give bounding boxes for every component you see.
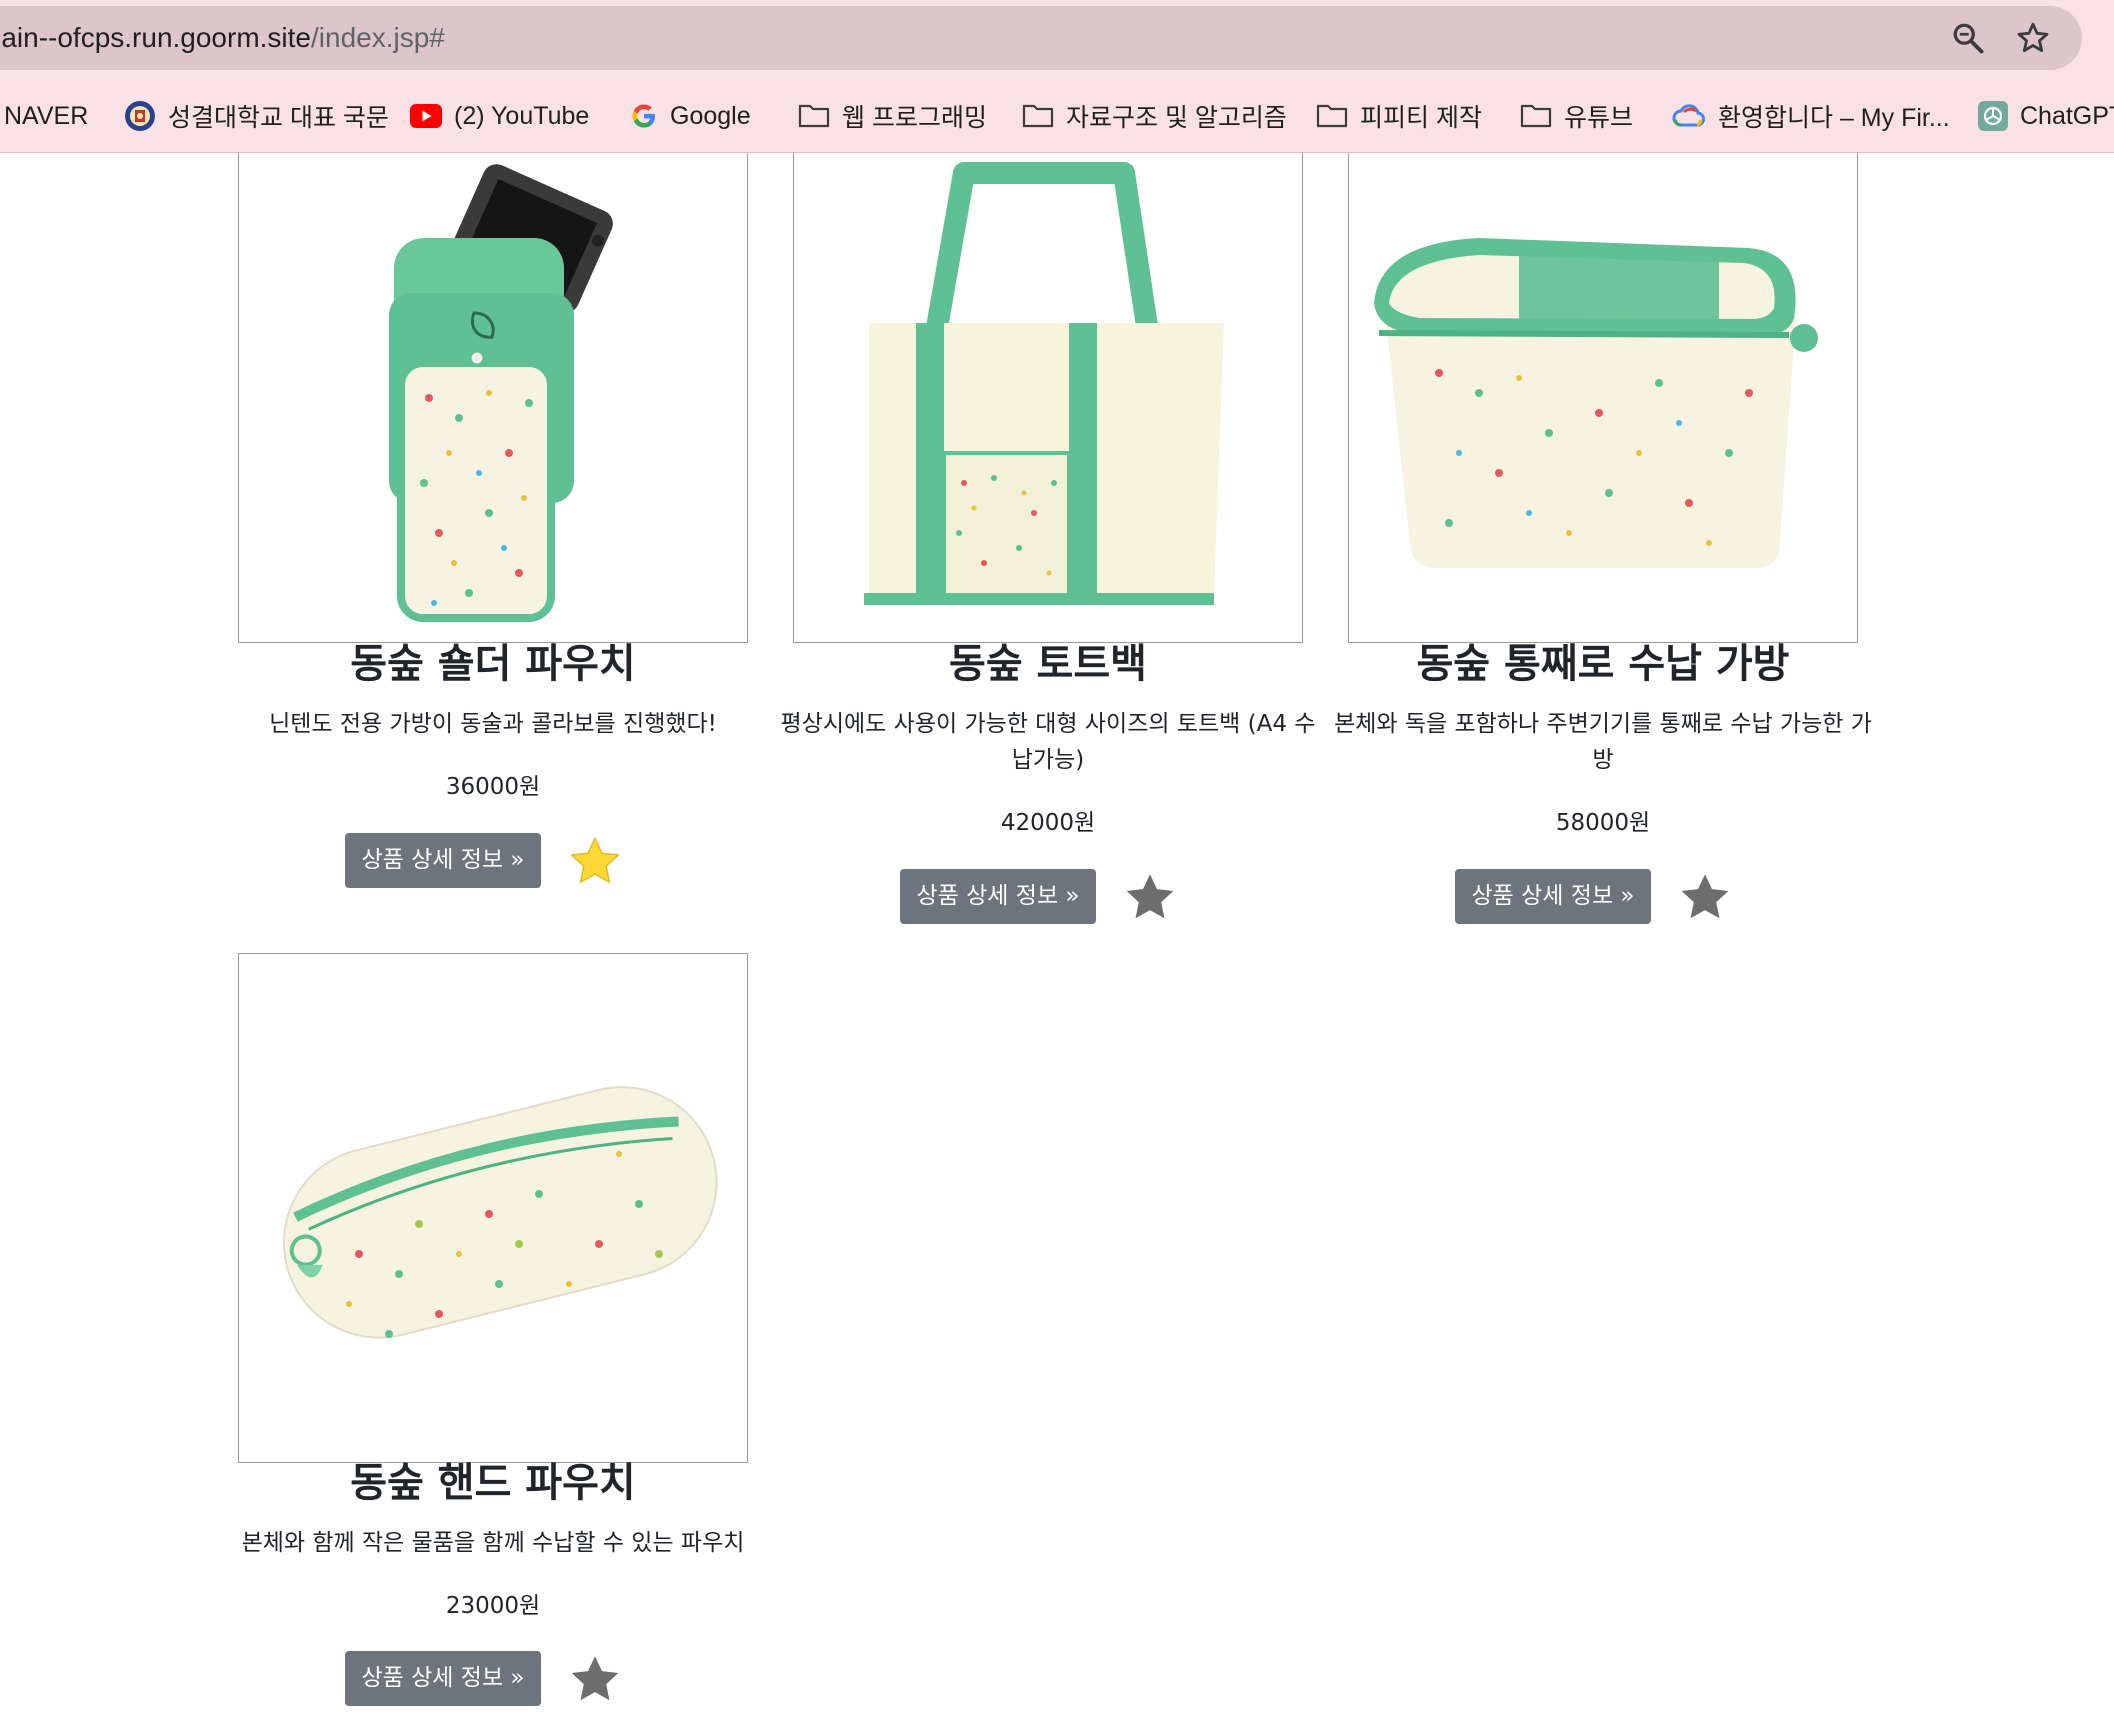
bookmark-university[interactable]: 성결대학교 대표 국문 xyxy=(124,94,389,138)
url-path: /index.jsp# xyxy=(311,22,445,53)
product-detail-button[interactable]: 상품 상세 정보 » xyxy=(345,1651,541,1706)
university-seal-icon xyxy=(125,101,155,131)
product-detail-button[interactable]: 상품 상세 정보 » xyxy=(1455,869,1651,924)
bookmark-google[interactable]: Google xyxy=(630,94,751,138)
bookmark-label: 자료구조 및 알고리즘 xyxy=(1066,104,1287,132)
bookmark-naver[interactable]: NAVER xyxy=(4,94,88,138)
product-detail-button[interactable]: 상품 상세 정보 » xyxy=(345,833,541,888)
product-description: 본체와 독을 포함하나 주변기기를 통째로 수납 가능한 가방 xyxy=(1334,711,1872,773)
product-description: 본체와 함께 작은 물품을 함께 수납할 수 있는 파우치 xyxy=(241,1530,745,1556)
bookmark-folder-ppt[interactable]: 피피티 제작 xyxy=(1316,94,1482,138)
product-title: 동숲 숄더 파우치 xyxy=(350,641,636,687)
favorite-star-icon[interactable] xyxy=(567,834,623,890)
product-title: 동숲 핸드 파우치 xyxy=(350,1460,636,1506)
bookmark-chatgpt[interactable]: ChatGPT xyxy=(1978,94,2114,138)
product-title: 동숲 토트백 xyxy=(949,641,1147,687)
bookmark-star-icon[interactable] xyxy=(2015,20,2051,56)
bookmark-label: 유튜브 xyxy=(1564,104,1634,132)
product-detail-button[interactable]: 상품 상세 정보 » xyxy=(900,869,1096,924)
zoom-icon[interactable] xyxy=(1950,20,1986,56)
bookmark-label: (2) YouTube xyxy=(454,101,590,130)
favorite-star-icon[interactable] xyxy=(1122,870,1178,926)
product-title: 동숲 통째로 수납 가방 xyxy=(1416,641,1790,687)
youtube-icon xyxy=(410,104,442,128)
favorite-star-icon[interactable] xyxy=(1677,870,1733,926)
browser-chrome: main--ofcps.run.goorm.site/index.jsp# NA… xyxy=(0,0,2114,153)
product-description: 평상시에도 사용이 가능한 대형 사이즈의 토트백 (A4 수납가능) xyxy=(780,711,1316,773)
chatgpt-icon xyxy=(1978,101,2008,131)
bookmark-label: 웹 프로그래밍 xyxy=(842,104,987,132)
google-icon xyxy=(632,104,655,128)
url-host: main--ofcps.run.goorm.site xyxy=(0,22,312,53)
storage-bag-image xyxy=(1348,153,1858,643)
folder-icon xyxy=(1022,104,1054,128)
bookmark-label: ChatGPT xyxy=(2020,101,2114,130)
bookmark-google-cloud[interactable]: 환영합니다 – My Fir... xyxy=(1672,94,1950,138)
bookmark-folder-algorithms[interactable]: 자료구조 및 알고리즘 xyxy=(1022,94,1287,138)
bookmarks-bar: NAVER 성결대학교 대표 국문 (2) YouTube Google 웹 프… xyxy=(0,94,2114,138)
product-price: 36000원 xyxy=(445,774,541,800)
address-bar[interactable]: main--ofcps.run.goorm.site/index.jsp# xyxy=(0,6,2082,70)
product-price: 42000원 xyxy=(1000,810,1096,836)
bookmark-youtube[interactable]: (2) YouTube xyxy=(410,94,589,138)
bookmark-label: 환영합니다 – My Fir... xyxy=(1718,104,1950,132)
bookmark-label: NAVER xyxy=(4,101,89,130)
favorite-star-icon[interactable] xyxy=(567,1652,623,1708)
folder-icon xyxy=(1520,104,1552,128)
folder-icon xyxy=(798,104,830,128)
shoulder-pouch-image xyxy=(238,153,748,643)
tote-bag-image xyxy=(793,153,1303,643)
product-price: 23000원 xyxy=(445,1593,541,1619)
product-description: 닌텐도 전용 가방이 동술과 콜라보를 진행했다! xyxy=(269,711,717,737)
google-cloud-icon xyxy=(1672,104,1705,127)
folder-icon xyxy=(1316,104,1348,128)
bookmark-label: 피피티 제작 xyxy=(1360,104,1482,132)
product-price: 58000원 xyxy=(1555,810,1651,836)
bookmark-label: 성결대학교 대표 국문 xyxy=(168,104,389,132)
hand-pouch-image xyxy=(238,953,748,1463)
bookmark-label: Google xyxy=(670,101,751,130)
bookmark-folder-web[interactable]: 웹 프로그래밍 xyxy=(798,94,987,138)
bookmark-folder-youtube[interactable]: 유튜브 xyxy=(1520,94,1633,138)
url-text[interactable]: main--ofcps.run.goorm.site/index.jsp# xyxy=(0,6,445,70)
